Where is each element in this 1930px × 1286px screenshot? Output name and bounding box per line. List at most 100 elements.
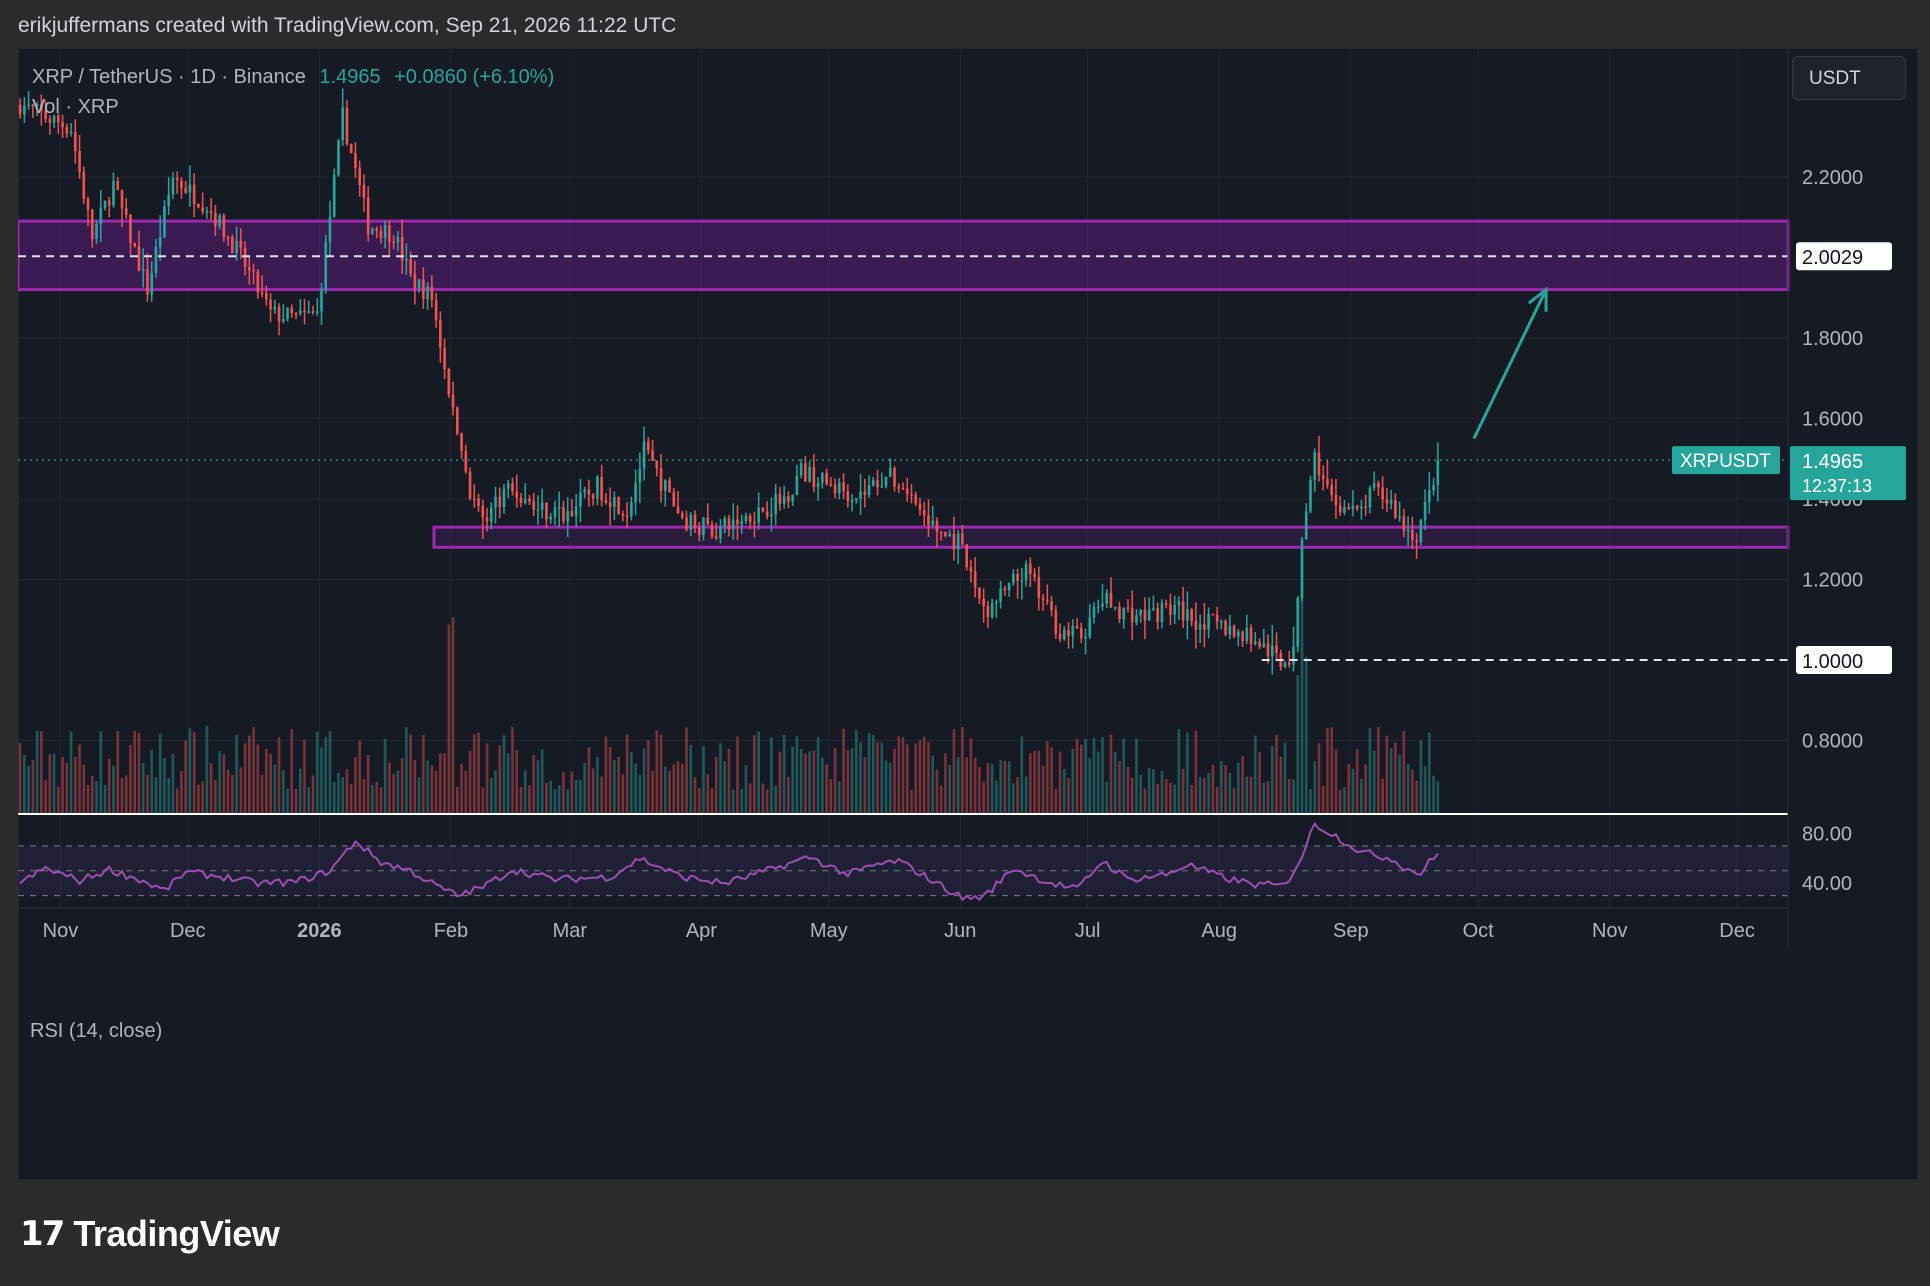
candle-body [999, 588, 1002, 602]
volume-bar [1122, 738, 1126, 813]
currency-button[interactable]: USDT [1792, 56, 1906, 100]
candle-body [765, 511, 769, 517]
volume-bar [35, 730, 39, 813]
time-axis-label: Apr [686, 920, 717, 942]
volume-bar [1101, 736, 1104, 813]
candle-body [1436, 460, 1440, 486]
volume-bar [1249, 776, 1253, 813]
volume-bar [86, 784, 90, 813]
volume-bar [1402, 731, 1406, 813]
candle-body [396, 237, 400, 243]
tradingview-logo[interactable]: 17 TradingView [20, 1212, 280, 1256]
volume-bar [621, 774, 625, 813]
volume-bar [231, 774, 234, 813]
volume-bar [1419, 740, 1423, 813]
candle-body [965, 544, 968, 568]
volume-bar [99, 731, 103, 813]
volume-bar [477, 732, 480, 813]
candle-body [536, 509, 540, 512]
candle-body [379, 230, 383, 239]
candle-body [680, 513, 684, 518]
volume-bar [124, 775, 128, 813]
candle-body [1173, 605, 1176, 615]
volume-bar [252, 727, 255, 813]
volume-bar [846, 750, 850, 813]
candle-body [901, 488, 905, 490]
candle-body [850, 500, 854, 502]
volume-bar [1389, 747, 1393, 813]
volume-bar [82, 764, 86, 813]
volume-bar [31, 759, 35, 813]
candle-body [914, 494, 918, 504]
volume-bar [90, 775, 94, 813]
candle-body [103, 200, 107, 208]
volume-bar [1224, 765, 1227, 813]
candle-body [260, 292, 264, 294]
volume-bar [349, 783, 353, 813]
candle-body [290, 307, 294, 314]
candle-body [383, 225, 387, 239]
volume-bar [1062, 769, 1066, 813]
volume-bar [893, 748, 896, 813]
volume-bar [1029, 753, 1032, 813]
candle-body [956, 533, 960, 550]
candle-body [1130, 608, 1134, 623]
candle-body [1330, 484, 1334, 496]
volume-bar [1394, 742, 1397, 813]
price-chart[interactable]: 2.00291.00002.20001.80001.60001.40001.20… [18, 48, 1918, 1180]
volume-bar [506, 753, 510, 813]
candle-body [952, 533, 956, 550]
candle-body [434, 299, 438, 321]
candle-body [617, 497, 620, 515]
volume-bar [1211, 764, 1215, 813]
volume-bar [553, 789, 557, 813]
volume-bar [880, 742, 884, 813]
time-axis-label: May [810, 920, 848, 942]
volume-bar [1118, 761, 1121, 813]
volume-bar [379, 787, 383, 813]
candle-body [73, 131, 77, 152]
volume-bar [1228, 772, 1232, 813]
candle-body [192, 184, 196, 205]
volume-bar [795, 736, 799, 813]
volume-bar [154, 777, 158, 813]
volume-bar [324, 737, 328, 813]
volume-bar [1075, 738, 1079, 813]
candle-body [540, 502, 544, 510]
price-axis-tick: 1.6000 [1802, 408, 1863, 430]
volume-bar [65, 762, 69, 813]
candle-body [146, 269, 149, 295]
time-axis-label: Dec [1719, 920, 1755, 942]
volume-bar [209, 763, 213, 813]
candle-body [1037, 576, 1041, 598]
candle-body [1343, 507, 1346, 513]
volume-bar [995, 780, 998, 813]
volume-bar [1266, 781, 1270, 813]
candle-body [1207, 613, 1210, 630]
candle-body [307, 311, 311, 313]
candle-body [663, 480, 667, 491]
volume-bar [498, 745, 502, 813]
volume-bar [1169, 782, 1172, 813]
candle-body [778, 494, 782, 504]
candle-body [281, 319, 285, 322]
candle-body [859, 491, 862, 499]
candle-body [1029, 563, 1032, 575]
candle-body [1126, 607, 1130, 610]
candle-body [1071, 625, 1075, 637]
candle-body [1024, 563, 1028, 581]
volume-bar [1232, 787, 1236, 813]
volume-bar [1207, 772, 1210, 813]
candle-body [1020, 580, 1024, 582]
volume-bar [1198, 776, 1202, 813]
volume-bar [205, 725, 209, 813]
candle-body [854, 498, 858, 501]
candle-body [332, 175, 336, 217]
candle-body [481, 505, 485, 518]
candle-body [180, 180, 183, 188]
candle-body [1211, 613, 1215, 616]
candle-body [345, 107, 349, 145]
volume-bar [1330, 727, 1334, 813]
volume-bar [141, 762, 145, 813]
candle-body [1245, 627, 1249, 641]
